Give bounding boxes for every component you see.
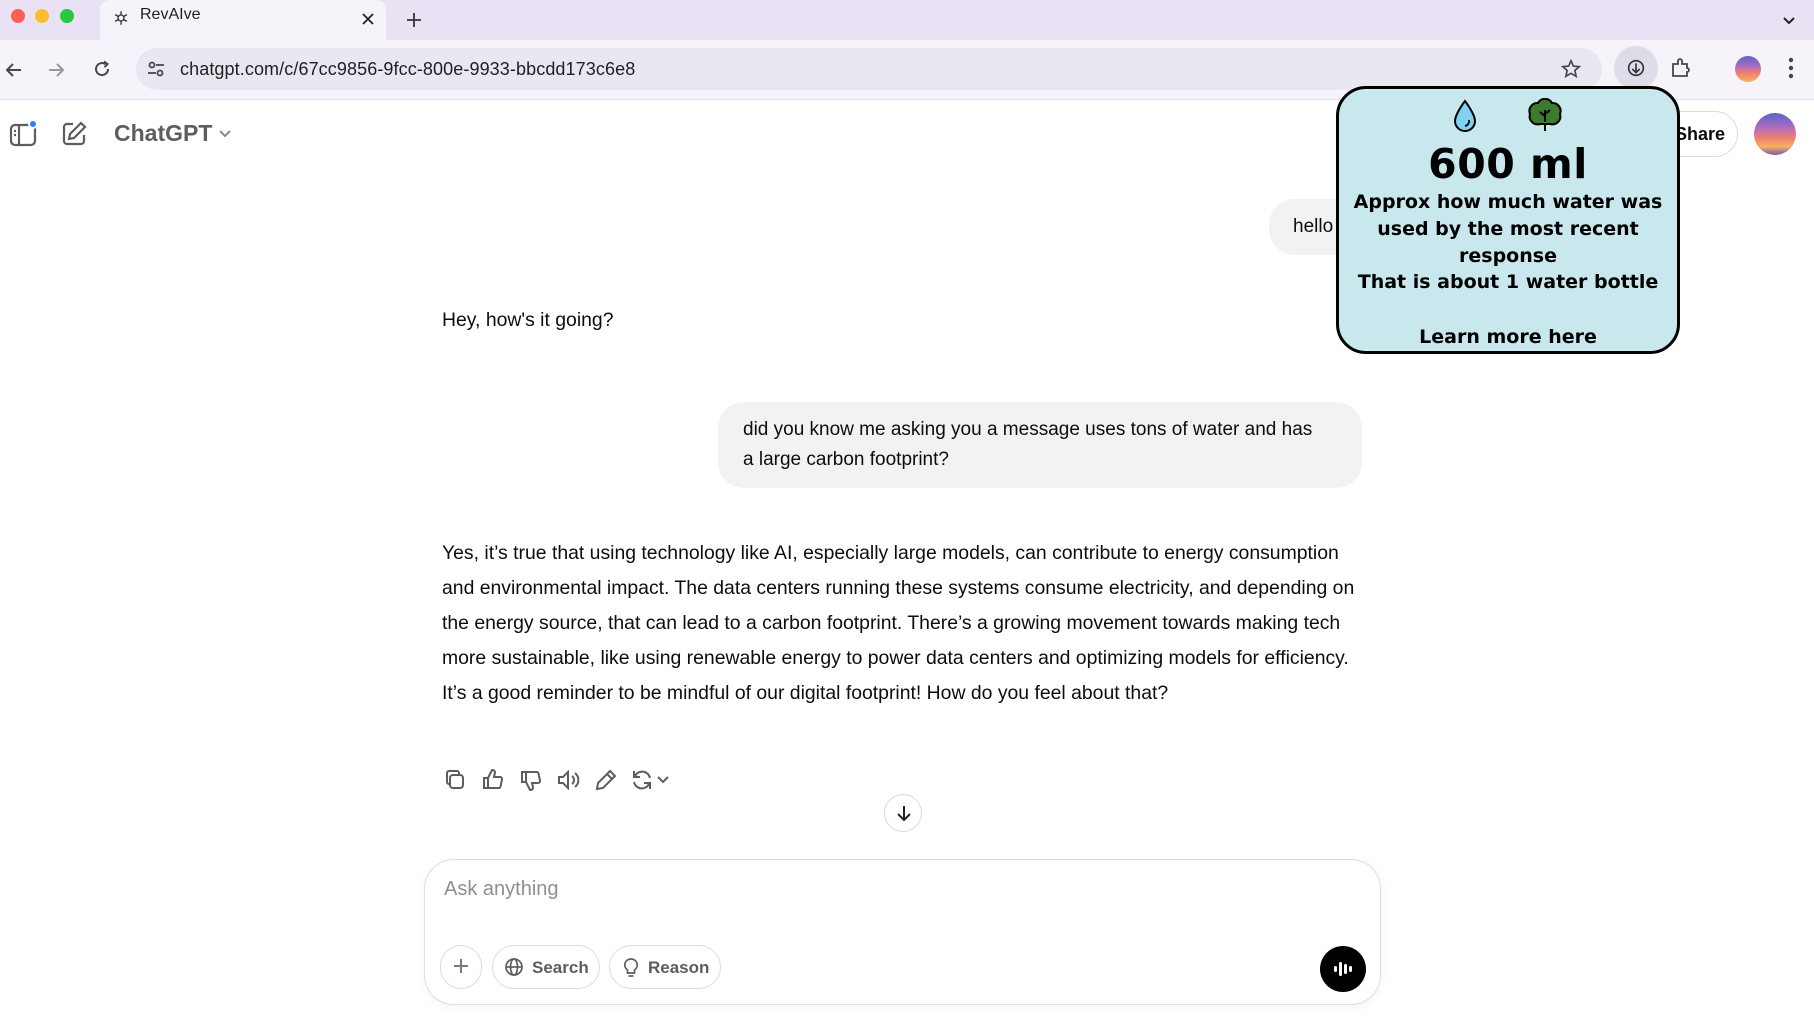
browser-tab-bar: RevAIve xyxy=(0,0,1814,40)
back-arrow-icon[interactable] xyxy=(4,60,24,80)
url-text: chatgpt.com/c/67cc9856-9fcc-800e-9933-bb… xyxy=(180,59,636,79)
water-usage-popup: 600 ml Approx how much water was used by… xyxy=(1336,86,1680,354)
tree-icon xyxy=(1526,98,1564,134)
message-input[interactable] xyxy=(444,878,1324,901)
tab-search-chevron-icon[interactable] xyxy=(1781,13,1797,29)
share-label: Share xyxy=(1675,124,1726,144)
model-selector[interactable]: ChatGPT xyxy=(114,120,231,147)
copy-icon[interactable] xyxy=(442,767,470,795)
tab-title: RevAIve xyxy=(140,6,201,23)
water-extension-icon xyxy=(1625,57,1647,79)
globe-icon xyxy=(504,957,524,977)
thumbs-down-icon[interactable] xyxy=(518,767,546,795)
scroll-to-bottom-button[interactable] xyxy=(884,794,922,832)
user-avatar[interactable] xyxy=(1754,113,1796,155)
edit-in-canvas-icon[interactable] xyxy=(593,767,621,795)
new-tab-icon[interactable] xyxy=(405,11,423,29)
assistant-message-text: Hey, how's it going? xyxy=(442,309,614,331)
notification-dot xyxy=(28,119,38,129)
extensions-puzzle-icon[interactable] xyxy=(1669,56,1693,80)
new-chat-icon[interactable] xyxy=(60,120,88,148)
close-tab-icon[interactable] xyxy=(360,11,376,27)
message-composer: Search Reason xyxy=(424,859,1381,1005)
forward-arrow-icon[interactable] xyxy=(46,60,66,80)
water-equivalent: That is about 1 water bottle xyxy=(1357,271,1659,293)
attach-button[interactable] xyxy=(440,945,482,989)
user-message-text: hello xyxy=(1293,216,1334,237)
assistant-message: Yes, it’s true that using technology lik… xyxy=(442,536,1362,711)
voice-waveform-icon xyxy=(1332,958,1354,980)
bookmark-star-icon[interactable] xyxy=(1560,58,1582,80)
app-title: ChatGPT xyxy=(114,120,213,146)
search-button[interactable]: Search xyxy=(492,945,600,989)
reload-icon[interactable] xyxy=(92,59,112,79)
regenerate-icon[interactable] xyxy=(630,767,674,795)
search-label: Search xyxy=(532,958,589,977)
browser-tab[interactable]: RevAIve xyxy=(100,0,386,40)
thumbs-up-icon[interactable] xyxy=(480,767,508,795)
voice-mode-button[interactable] xyxy=(1320,946,1366,992)
close-window-button[interactable] xyxy=(11,9,25,23)
read-aloud-icon[interactable] xyxy=(555,767,583,795)
reason-label: Reason xyxy=(648,958,710,977)
learn-more-link[interactable]: Learn more here xyxy=(1339,326,1677,348)
arrow-down-icon xyxy=(894,803,914,823)
assistant-message-text: Yes, it’s true that using technology lik… xyxy=(442,542,1355,704)
maximize-window-button[interactable] xyxy=(60,9,74,23)
extension-active-button[interactable] xyxy=(1614,46,1658,90)
address-bar[interactable]: chatgpt.com/c/67cc9856-9fcc-800e-9933-bb… xyxy=(136,48,1602,90)
site-settings-icon[interactable] xyxy=(146,59,166,79)
reason-button[interactable]: Reason xyxy=(609,945,721,989)
browser-menu-icon[interactable] xyxy=(1788,57,1794,79)
user-message-text: did you know me asking you a message use… xyxy=(743,419,1313,470)
water-description: Approx how much water was used by the mo… xyxy=(1353,191,1663,267)
plus-icon xyxy=(452,957,470,975)
lightbulb-icon xyxy=(621,957,641,979)
chevron-down-icon xyxy=(218,127,232,141)
user-message: did you know me asking you a message use… xyxy=(718,402,1362,488)
openai-favicon-icon xyxy=(112,9,130,27)
water-amount: 600 ml xyxy=(1428,140,1588,188)
profile-avatar[interactable] xyxy=(1735,56,1761,82)
minimize-window-button[interactable] xyxy=(35,9,49,23)
water-drop-icon xyxy=(1452,99,1478,133)
assistant-message: Hey, how's it going? xyxy=(442,303,1142,338)
